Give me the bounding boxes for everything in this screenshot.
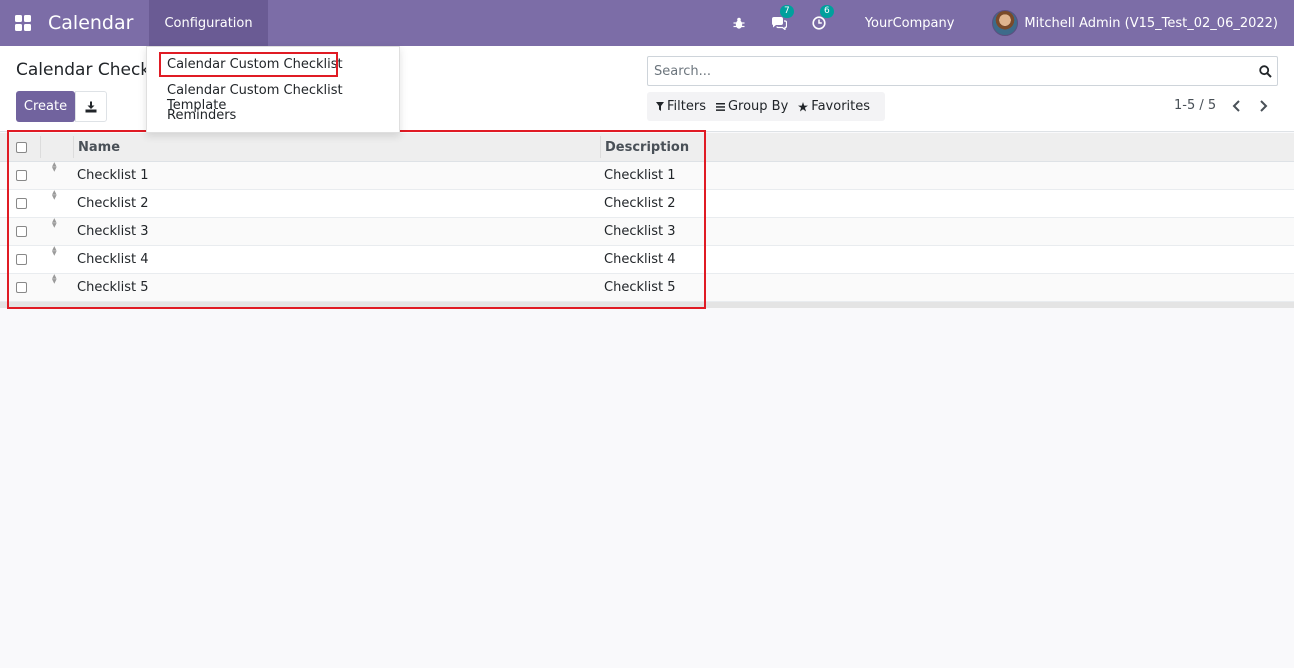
messages-badge: 7 <box>779 5 794 18</box>
download-icon <box>85 101 97 112</box>
apps-menu-icon[interactable] <box>0 0 46 46</box>
menu-item-calendar-custom-checklist[interactable]: Calendar Custom Checklist <box>167 57 343 72</box>
table-row[interactable]: ▲ ▼ Checklist 2 Checklist 2 <box>0 190 1294 218</box>
menu-configuration[interactable]: Configuration <box>149 0 268 46</box>
user-menu[interactable]: Mitchell Admin (V15_Test_02_06_2022) <box>992 10 1278 36</box>
filters-label: Filters <box>667 99 706 114</box>
menu-item-reminders[interactable]: Reminders <box>167 108 236 123</box>
column-header-description[interactable]: Description <box>605 133 689 161</box>
debug-bug-icon[interactable] <box>729 13 749 33</box>
group-by-icon <box>715 102 725 111</box>
cell-description: Checklist 1 <box>604 168 676 183</box>
drag-handle-icon[interactable]: ▲ ▼ <box>52 246 57 273</box>
cell-description: Checklist 2 <box>604 196 676 211</box>
page-title: Calendar Check <box>16 60 151 80</box>
select-all-checkbox[interactable] <box>16 133 27 161</box>
cell-name: Checklist 3 <box>77 224 149 239</box>
row-checkbox[interactable] <box>16 274 27 301</box>
pager-next-button[interactable] <box>1253 96 1273 116</box>
create-button[interactable]: Create <box>16 91 75 122</box>
user-name: Mitchell Admin (V15_Test_02_06_2022) <box>1024 15 1278 31</box>
cell-name: Checklist 2 <box>77 196 149 211</box>
drag-handle-icon[interactable]: ▲ ▼ <box>52 274 57 301</box>
pager-value[interactable]: 1-5 / 5 <box>1174 98 1216 113</box>
user-avatar <box>992 10 1019 36</box>
table-footer <box>0 302 1294 308</box>
table-row[interactable]: ▲ ▼ Checklist 3 Checklist 3 <box>0 218 1294 246</box>
configuration-dropdown: Calendar Custom Checklist Calendar Custo… <box>146 46 400 133</box>
app-title[interactable]: Calendar <box>48 12 133 34</box>
export-download-button[interactable] <box>75 91 107 122</box>
favorites-label: Favorites <box>811 99 871 114</box>
chevron-right-icon <box>1259 100 1267 112</box>
drag-handle-icon[interactable]: ▲ ▼ <box>52 162 57 189</box>
row-checkbox[interactable] <box>16 162 27 189</box>
list-view-table: Name Description ▲ ▼ Checklist 1 Checklis… <box>0 133 1294 308</box>
group-by-toggle[interactable]: Group By <box>715 99 789 114</box>
table-row[interactable]: ▲ ▼ Checklist 4 Checklist 4 <box>0 246 1294 274</box>
company-switcher[interactable]: YourCompany <box>865 16 955 31</box>
filters-toggle[interactable]: Filters <box>656 99 706 114</box>
messages-chat-icon[interactable]: 7 <box>769 5 794 33</box>
table-header: Name Description <box>0 133 1294 162</box>
group-by-label: Group By <box>727 99 789 114</box>
cell-description: Checklist 4 <box>604 252 676 267</box>
drag-handle-icon[interactable]: ▲ ▼ <box>52 218 57 245</box>
filter-icon <box>656 102 664 111</box>
activity-clock-icon[interactable]: 6 <box>809 5 834 33</box>
chevron-left-icon <box>1232 100 1240 112</box>
row-checkbox[interactable] <box>16 246 27 273</box>
row-checkbox[interactable] <box>16 218 27 245</box>
search-bar <box>647 56 1278 86</box>
search-input[interactable] <box>648 57 1253 85</box>
cell-name: Checklist 5 <box>77 280 149 295</box>
star-icon <box>798 101 809 111</box>
navbar-systray: 7 6 YourCompany Mitchell Admin (V15_Test… <box>719 0 1278 46</box>
cell-name: Checklist 1 <box>77 168 149 183</box>
table-row[interactable]: ▲ ▼ Checklist 1 Checklist 1 <box>0 162 1294 190</box>
table-row[interactable]: ▲ ▼ Checklist 5 Checklist 5 <box>0 274 1294 302</box>
row-checkbox[interactable] <box>16 190 27 217</box>
drag-handle-icon[interactable]: ▲ ▼ <box>52 190 57 217</box>
top-navbar: Calendar Configuration 7 6 YourCompany M… <box>0 0 1294 46</box>
pager-previous-button[interactable] <box>1226 96 1246 116</box>
column-header-name[interactable]: Name <box>78 133 120 161</box>
cell-description: Checklist 3 <box>604 224 676 239</box>
search-icon[interactable] <box>1253 57 1277 85</box>
activities-badge: 6 <box>819 5 834 18</box>
search-options: Filters Group By Favorites <box>647 92 885 121</box>
cell-description: Checklist 5 <box>604 280 676 295</box>
cell-name: Checklist 4 <box>77 252 149 267</box>
favorites-toggle[interactable]: Favorites <box>798 99 870 114</box>
